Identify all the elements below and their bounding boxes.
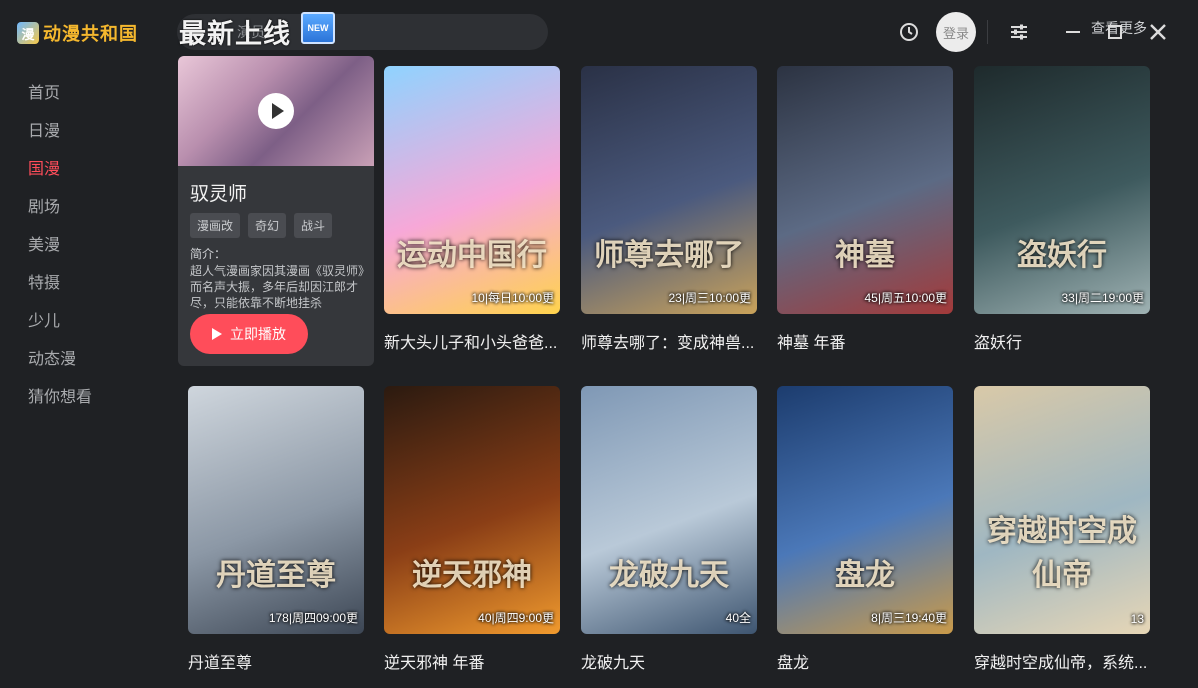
- episode-badge: 33|周二19:00更: [1061, 291, 1145, 305]
- intro-label: 简介：: [190, 247, 227, 261]
- poster-art-text: 盘龙: [835, 558, 895, 593]
- nav-item-motion-comic[interactable]: 动态漫: [0, 341, 165, 379]
- anime-poster[interactable]: 运动中国行 10|每日10:00更: [384, 66, 560, 314]
- poster-art-text: 盗妖行: [1017, 238, 1107, 273]
- poster-art-text: 神墓: [835, 238, 895, 273]
- anime-title[interactable]: 逆天邪神 年番: [384, 649, 560, 673]
- logo-text: 动漫共和国: [43, 24, 138, 44]
- nav-item-home[interactable]: 首页: [0, 75, 165, 113]
- anime-card[interactable]: 师尊去哪了 23|周三10:00更师尊去哪了：变成神兽...: [581, 66, 757, 353]
- play-triangle-icon: [212, 328, 222, 340]
- anime-title[interactable]: 穿越时空成仙帝，系统...: [974, 649, 1150, 673]
- nav-item-chinese[interactable]: 国漫: [0, 151, 165, 189]
- episode-badge: 23|周三10:00更: [668, 291, 752, 305]
- poster-art-text: 丹道至尊: [216, 558, 336, 593]
- login-button[interactable]: 登录: [936, 12, 976, 52]
- poster-art-text: 师尊去哪了: [594, 238, 744, 273]
- anime-title[interactable]: 盘龙: [777, 649, 953, 673]
- episode-badge: 178|周四09:00更: [268, 611, 358, 625]
- anime-card[interactable]: 龙破九天 40全 龙破九天: [581, 386, 757, 673]
- nav-menu: 首页 日漫 国漫 剧场 美漫 特摄 少儿 动态漫 猜你想看: [0, 75, 165, 417]
- tag[interactable]: 漫画改: [190, 213, 241, 238]
- header: 最新上线 NEW 登录 查看更多: [165, 0, 1198, 62]
- anime-card[interactable]: 穿越时空成仙帝 13 穿越时空成仙帝，系统...: [974, 386, 1150, 673]
- intro-text: 超人气漫画家因其漫画《驭灵师》而名声大振，多年后却因江郎才尽，只能依靠不断地挂杀: [190, 264, 365, 309]
- featured-tags: 漫画改 奇幻 战斗: [190, 213, 333, 238]
- anime-poster[interactable]: 穿越时空成仙帝 13: [974, 386, 1150, 634]
- close-icon[interactable]: [1145, 19, 1171, 45]
- sidebar: 漫 动漫共和国 首页 日漫 国漫 剧场 美漫 特摄 少儿 动态漫 猜你想看: [0, 0, 165, 688]
- anime-poster[interactable]: 龙破九天 40全: [581, 386, 757, 634]
- featured-title: 驭灵师: [190, 184, 248, 205]
- tag[interactable]: 战斗: [294, 213, 333, 238]
- anime-title[interactable]: 师尊去哪了：变成神兽...: [581, 329, 757, 353]
- nav-item-japanese[interactable]: 日漫: [0, 113, 165, 151]
- anime-card[interactable]: 神墓 45|周五10:00更神墓 年番: [777, 66, 953, 353]
- section-title: 最新上线: [179, 19, 291, 49]
- poster-art-text: 运动中国行: [397, 238, 547, 273]
- anime-title[interactable]: 神墓 年番: [777, 329, 953, 353]
- featured-card[interactable]: 驭灵师 漫画改 奇幻 战斗 简介： 超人气漫画家因其漫画《驭灵师》而名声大振，多…: [178, 56, 374, 366]
- app-logo[interactable]: 漫 动漫共和国: [17, 20, 138, 46]
- poster-art-text: 穿越时空成仙帝: [987, 514, 1137, 593]
- anime-poster[interactable]: 师尊去哪了 23|周三10:00更: [581, 66, 757, 314]
- featured-cover[interactable]: [178, 56, 374, 166]
- nav-item-american[interactable]: 美漫: [0, 227, 165, 265]
- poster-art-text: 龙破九天: [609, 558, 729, 593]
- anime-card[interactable]: 盗妖行 33|周二19:00更 盗妖行: [974, 66, 1150, 353]
- episode-badge: 8|周三19:40更: [871, 611, 947, 625]
- anime-title[interactable]: 盗妖行: [974, 329, 1150, 353]
- minimize-icon[interactable]: [1060, 19, 1086, 45]
- episode-badge: 40全: [725, 611, 751, 625]
- nav-item-tokusatsu[interactable]: 特摄: [0, 265, 165, 303]
- history-icon[interactable]: [896, 19, 922, 45]
- anime-poster[interactable]: 盗妖行 33|周二19:00更: [974, 66, 1150, 314]
- header-divider: [987, 20, 988, 44]
- anime-title[interactable]: 丹道至尊: [188, 649, 364, 673]
- new-badge-icon: NEW: [301, 12, 335, 44]
- anime-card[interactable]: 逆天邪神 40|周四9:00更逆天邪神 年番: [384, 386, 560, 673]
- nav-item-theater[interactable]: 剧场: [0, 189, 165, 227]
- anime-title[interactable]: 龙破九天: [581, 649, 757, 673]
- play-icon[interactable]: [258, 93, 294, 129]
- episode-badge: 45|周五10:00更: [864, 291, 948, 305]
- tag[interactable]: 奇幻: [248, 213, 287, 238]
- logo-icon: 漫: [17, 22, 39, 44]
- maximize-icon[interactable]: [1102, 19, 1128, 45]
- nav-item-recommend[interactable]: 猜你想看: [0, 379, 165, 417]
- anime-title[interactable]: 新大头儿子和小头爸爸...: [384, 329, 560, 353]
- anime-card[interactable]: 盘龙 8|周三19:40更 盘龙: [777, 386, 953, 673]
- anime-poster[interactable]: 丹道至尊 178|周四09:00更: [188, 386, 364, 634]
- play-now-button[interactable]: 立即播放: [190, 314, 308, 354]
- poster-art-text: 逆天邪神: [412, 558, 532, 593]
- anime-poster[interactable]: 逆天邪神 40|周四9:00更: [384, 386, 560, 634]
- anime-poster[interactable]: 神墓 45|周五10:00更: [777, 66, 953, 314]
- play-now-label: 立即播放: [230, 326, 286, 342]
- nav-item-kids[interactable]: 少儿: [0, 303, 165, 341]
- anime-card[interactable]: 丹道至尊 178|周四09:00更 丹道至尊: [188, 386, 364, 673]
- episode-badge: 40|周四9:00更: [478, 611, 554, 625]
- anime-card[interactable]: 运动中国行 10|每日10:00更新大头儿子和小头爸爸...: [384, 66, 560, 353]
- settings-sliders-icon[interactable]: [1006, 19, 1032, 45]
- episode-badge: 13: [1130, 612, 1144, 626]
- anime-poster[interactable]: 盘龙 8|周三19:40更: [777, 386, 953, 634]
- episode-badge: 10|每日10:00更: [471, 291, 555, 305]
